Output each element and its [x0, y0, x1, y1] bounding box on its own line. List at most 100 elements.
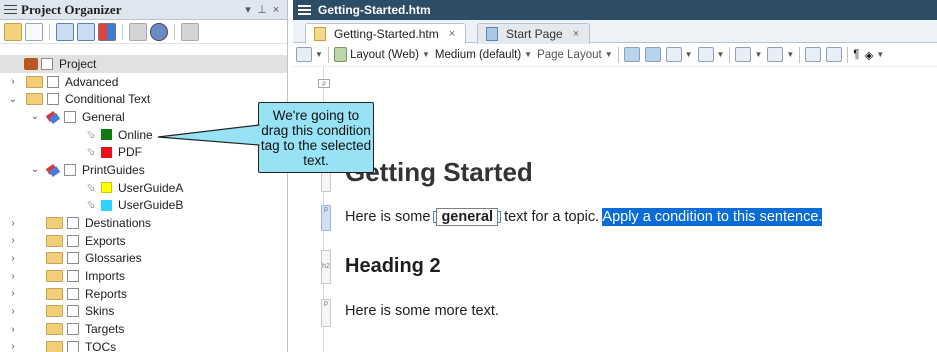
tree-item-glossaries[interactable]: › Glossaries: [0, 250, 287, 268]
markers-button[interactable]: ◈ ▼: [864, 48, 884, 62]
menu-icon[interactable]: [298, 5, 311, 15]
checkbox[interactable]: [41, 57, 53, 70]
view-mode-button[interactable]: ▼: [296, 47, 323, 62]
tree-item-label: General: [82, 109, 125, 124]
panel-title: Project Organizer: [21, 1, 122, 17]
tree-item-destinations[interactable]: › Destinations: [0, 214, 287, 232]
tree-item-label: Project: [59, 56, 97, 71]
eye-icon: ◈: [864, 49, 874, 62]
project-organizer-panel: Project Organizer ▾ ⊥ × Project › Advanc…: [0, 0, 288, 352]
tree-item-label: Conditional Text: [65, 92, 151, 107]
checkbox[interactable]: [67, 340, 79, 352]
page-layout-dropdown[interactable]: Page Layout ▼: [537, 49, 613, 61]
refresh-icon[interactable]: [150, 22, 168, 41]
tree-item-userguideb[interactable]: ⬂ UserGuideB: [0, 197, 287, 215]
new-item-icon[interactable]: [25, 22, 43, 41]
checkbox[interactable]: [67, 323, 79, 336]
snippet-button[interactable]: ▼: [767, 47, 794, 62]
toolbar-separator: [327, 46, 329, 63]
span-button[interactable]: ▼: [697, 47, 724, 62]
checkbox[interactable]: [67, 234, 79, 247]
span-icon: [697, 47, 714, 62]
pin-icon[interactable]: ⊥: [255, 3, 269, 16]
tree-item-skins[interactable]: › Skins: [0, 303, 287, 321]
chevron-right-icon[interactable]: ›: [6, 341, 20, 352]
tree-item-label: Targets: [85, 322, 125, 337]
tree-item-project[interactable]: Project: [0, 55, 287, 73]
chevron-right-icon[interactable]: ›: [6, 271, 20, 282]
checkbox[interactable]: [64, 110, 76, 123]
span-tag-general[interactable]: general: [433, 208, 501, 226]
chevron-right-icon[interactable]: ›: [6, 76, 20, 87]
paragraph-2[interactable]: Here is some more text.: [345, 303, 499, 319]
pilcrow-button[interactable]: ¶: [853, 49, 859, 61]
checkbox[interactable]: [67, 305, 79, 318]
checkbox[interactable]: [47, 93, 59, 106]
tree-item-targets[interactable]: › Targets: [0, 320, 287, 338]
properties-icon[interactable]: [181, 22, 199, 41]
close-icon[interactable]: ×: [449, 28, 455, 40]
tab-getting-started[interactable]: Getting-Started.htm ×: [305, 23, 467, 44]
close-icon[interactable]: ×: [269, 4, 283, 16]
folder-icon: [46, 217, 63, 230]
checkbox[interactable]: [67, 217, 79, 230]
grid-view-icon[interactable]: [98, 22, 116, 41]
tree-item-label: Exports: [85, 233, 126, 248]
editor-panel: Getting-Started.htm Getting-Started.htm …: [293, 0, 937, 352]
tree-item-reports[interactable]: › Reports: [0, 285, 287, 303]
add-icon[interactable]: [56, 22, 74, 41]
checkbox[interactable]: [47, 75, 59, 88]
menu-icon[interactable]: [4, 4, 17, 15]
preview-icon[interactable]: [623, 47, 640, 62]
heading-2[interactable]: Heading 2: [345, 255, 441, 278]
tree-item-label: PrintGuides: [82, 162, 145, 177]
document-content[interactable]: Getting Started Here is some general tex…: [345, 67, 937, 352]
block-marker[interactable]: p: [318, 79, 330, 88]
checkbox[interactable]: [67, 252, 79, 265]
layout-dropdown[interactable]: Layout (Web) ▼: [333, 47, 430, 62]
chevron-right-icon[interactable]: ›: [6, 306, 20, 317]
paragraph-block-bracket[interactable]: p: [321, 205, 331, 231]
tab-start-page[interactable]: Start Page ×: [477, 23, 591, 44]
chevron-right-icon[interactable]: ›: [6, 324, 20, 335]
checkbox[interactable]: [67, 287, 79, 300]
tree-item-exports[interactable]: › Exports: [0, 232, 287, 250]
tree-item-advanced[interactable]: › Advanced: [0, 73, 287, 91]
settings-icon[interactable]: [129, 22, 147, 41]
medium-dropdown[interactable]: Medium (default) ▼: [435, 49, 532, 61]
open-folder-icon[interactable]: [4, 22, 22, 41]
tree-item-label: UserGuideB: [118, 198, 184, 213]
tree-item-tocs[interactable]: › TOCs: [0, 338, 287, 352]
print-preview-icon[interactable]: [644, 47, 661, 62]
checkbox[interactable]: [64, 163, 76, 176]
show-conditions-icon[interactable]: [826, 47, 843, 62]
chevron-right-icon[interactable]: ›: [6, 235, 20, 246]
tab-label: Start Page: [506, 27, 563, 41]
chevron-down-icon[interactable]: ⌄: [28, 111, 42, 122]
folder-icon: [26, 75, 43, 88]
chevron-down-icon[interactable]: ⌄: [28, 164, 42, 175]
tree-item-printguides[interactable]: ⌄ PrintGuides: [0, 161, 287, 179]
briefcase-icon: [24, 57, 38, 70]
block-button[interactable]: ▼: [665, 47, 693, 62]
show-tags-icon[interactable]: [805, 47, 822, 62]
triangle-down-icon[interactable]: ▾: [241, 3, 255, 16]
variable-button[interactable]: ▼: [735, 47, 762, 62]
selected-text[interactable]: Apply a condition to this sentence.: [602, 208, 823, 226]
chevron-right-icon[interactable]: ›: [6, 253, 20, 264]
copy-icon[interactable]: [77, 22, 95, 41]
tree-item-imports[interactable]: › Imports: [0, 267, 287, 285]
callout-pointer: [157, 124, 261, 146]
chevron-right-icon[interactable]: ›: [6, 218, 20, 229]
chevron-right-icon[interactable]: ›: [6, 288, 20, 299]
close-icon[interactable]: ×: [573, 28, 579, 40]
paragraph-1[interactable]: Here is some general text for a topic. A…: [345, 208, 823, 226]
checkbox[interactable]: [67, 270, 79, 283]
folder-icon: [46, 252, 63, 265]
layout-label: Layout (Web): [350, 48, 419, 61]
tree-item-userguidea[interactable]: ⬂ UserGuideA: [0, 179, 287, 197]
tree-item-conditional-text[interactable]: ⌄ Conditional Text: [0, 90, 287, 108]
heading2-block-bracket[interactable]: h2: [321, 250, 331, 284]
chevron-down-icon[interactable]: ⌄: [6, 94, 20, 105]
paragraph-block-bracket[interactable]: p: [321, 299, 331, 327]
